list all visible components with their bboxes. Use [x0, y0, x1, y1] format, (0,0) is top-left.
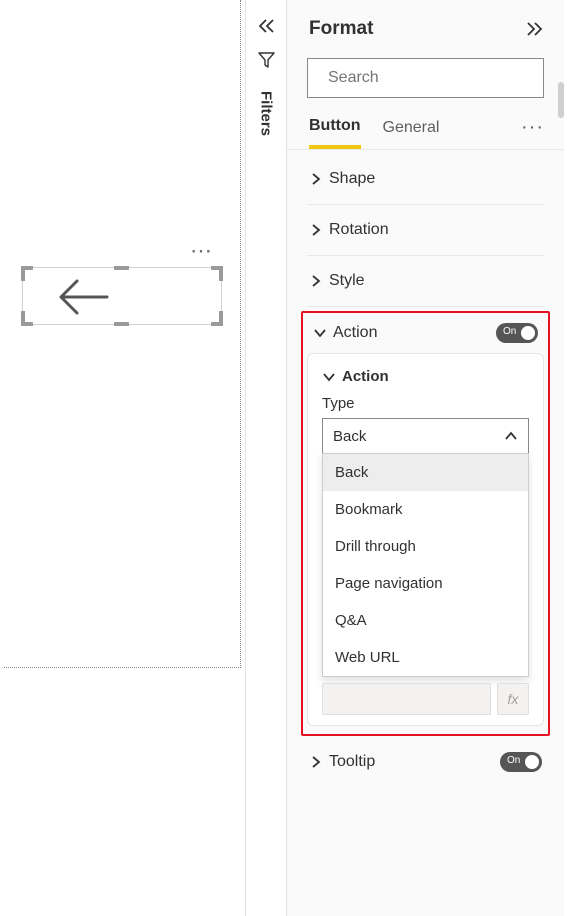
action-section-highlight: Action On Action Type Back	[301, 311, 550, 736]
resize-handle[interactable]	[21, 311, 25, 326]
fx-button[interactable]: fx	[497, 683, 529, 715]
action-subheader[interactable]: Action	[322, 368, 529, 385]
expand-right-icon[interactable]	[526, 21, 544, 37]
search-field[interactable]	[326, 68, 537, 88]
canvas-page-boundary	[4, 0, 241, 668]
dropdown-option[interactable]: Web URL	[323, 639, 528, 676]
scrollbar[interactable]	[558, 82, 564, 118]
section-shape[interactable]: Shape	[301, 156, 550, 202]
visual-more-menu[interactable]: ⋯	[190, 246, 213, 256]
filters-pane-collapsed[interactable]: Filters	[245, 0, 287, 916]
dropdown-option[interactable]: Page navigation	[323, 565, 528, 602]
chevron-right-icon	[309, 756, 323, 768]
pane-title: Format	[309, 18, 373, 40]
section-action[interactable]: Action On	[307, 313, 544, 349]
action-toggle[interactable]: On	[496, 323, 538, 343]
tab-general[interactable]: General	[383, 119, 440, 147]
section-rotation[interactable]: Rotation	[301, 207, 550, 253]
action-subheader-label: Action	[342, 368, 389, 385]
divider	[307, 204, 544, 205]
resize-handle[interactable]	[219, 311, 223, 326]
filters-label: Filters	[258, 91, 275, 136]
type-dropdown[interactable]: Back	[322, 418, 529, 454]
tab-button[interactable]: Button	[309, 117, 361, 149]
type-selected-value: Back	[333, 428, 366, 445]
resize-handle[interactable]	[21, 266, 25, 281]
dropdown-option[interactable]: Back	[323, 454, 528, 491]
toggle-on-label: On	[507, 755, 520, 766]
arrow-left-icon	[57, 279, 109, 315]
report-canvas[interactable]: ⋯	[0, 0, 245, 916]
toggle-knob	[521, 326, 535, 340]
section-label: Tooltip	[329, 753, 375, 771]
chevron-right-icon	[309, 173, 323, 185]
resize-handle[interactable]	[219, 266, 223, 281]
dropdown-option[interactable]: Q&A	[323, 602, 528, 639]
toggle-knob	[525, 755, 539, 769]
filter-icon	[258, 52, 275, 69]
section-label: Rotation	[329, 221, 389, 239]
dropdown-option[interactable]: Drill through	[323, 528, 528, 565]
chevron-down-icon	[313, 328, 327, 338]
chevron-up-icon	[504, 431, 518, 441]
back-button-visual[interactable]	[22, 267, 222, 325]
type-dropdown-list: Back Bookmark Drill through Page navigat…	[322, 453, 529, 677]
divider	[307, 255, 544, 256]
conditional-input-disabled	[322, 683, 491, 715]
tooltip-toggle[interactable]: On	[500, 752, 542, 772]
chevron-right-icon	[309, 224, 323, 236]
section-tooltip[interactable]: Tooltip On	[301, 738, 550, 782]
format-pane: Format Button General ···	[287, 0, 567, 916]
toggle-on-label: On	[503, 326, 516, 337]
section-label: Action	[333, 324, 377, 342]
section-label: Style	[329, 272, 365, 290]
section-label: Shape	[329, 170, 375, 188]
search-input[interactable]	[307, 58, 544, 98]
expand-left-icon[interactable]	[257, 18, 275, 34]
chevron-right-icon	[309, 275, 323, 287]
divider	[307, 306, 544, 307]
type-label: Type	[322, 395, 529, 412]
tabs-overflow[interactable]: ···	[521, 116, 544, 149]
dropdown-option[interactable]: Bookmark	[323, 491, 528, 528]
section-style[interactable]: Style	[301, 258, 550, 304]
chevron-down-icon	[322, 372, 336, 382]
action-card: Action Type Back Back Bookmark Drill thr…	[307, 353, 544, 726]
resize-handle[interactable]	[114, 322, 129, 326]
resize-handle[interactable]	[114, 266, 129, 270]
